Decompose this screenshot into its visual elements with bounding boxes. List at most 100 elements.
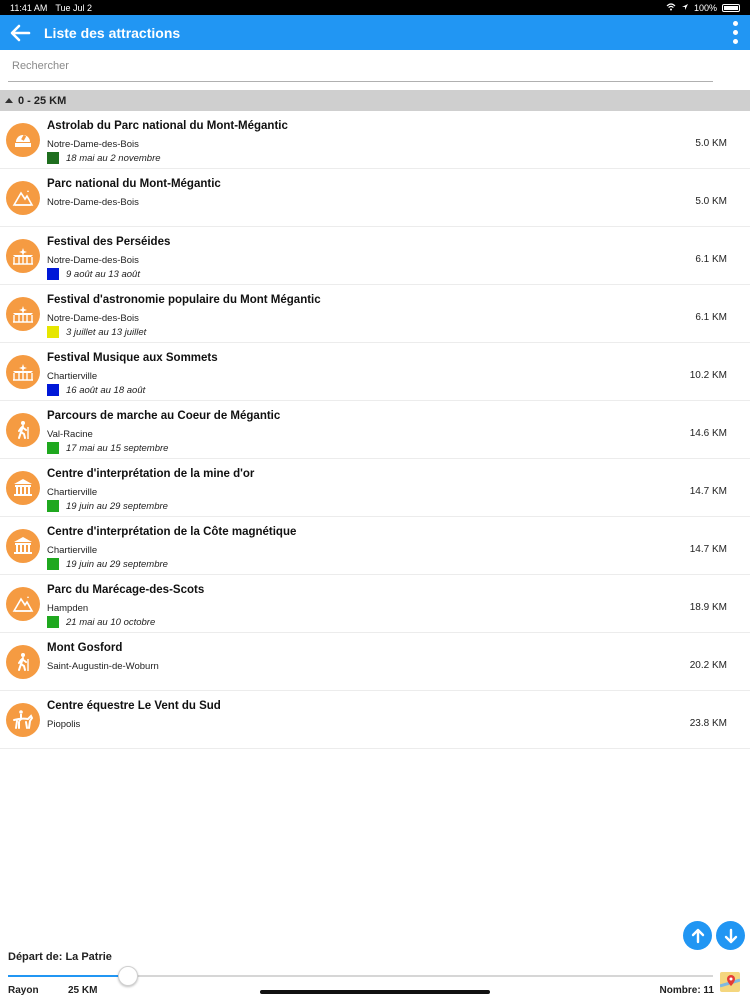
attraction-row[interactable]: Parc national du Mont-Mégantic Notre-Dame… <box>0 169 750 227</box>
radius-slider-fill <box>8 975 128 977</box>
attraction-row[interactable]: Festival Musique aux Sommets Chartiervill… <box>0 343 750 401</box>
attraction-city: Val-Racine <box>47 429 93 440</box>
location-arrow-icon <box>681 3 689 13</box>
attraction-city: Chartierville <box>47 371 98 382</box>
attraction-city: Notre-Dame-des-Bois <box>47 197 139 208</box>
attraction-row[interactable]: Parcours de marche au Coeur de Mégantic V… <box>0 401 750 459</box>
attraction-dates: 21 mai au 10 octobre <box>47 616 155 628</box>
season-color-swatch <box>47 558 59 570</box>
attraction-distance: 6.1 KM <box>695 254 727 265</box>
radius-value: 25 KM <box>68 985 98 996</box>
search-input[interactable]: Rechercher <box>8 56 713 82</box>
date-range: 21 mai au 10 octobre <box>66 616 156 628</box>
season-color-swatch <box>47 152 59 164</box>
attraction-dates: 3 juillet au 13 juillet <box>47 326 146 338</box>
attraction-distance: 6.1 KM <box>695 312 727 323</box>
scroll-down-button[interactable] <box>716 921 745 950</box>
season-color-swatch <box>47 616 59 628</box>
season-color-swatch <box>47 384 59 396</box>
overflow-menu-button[interactable] <box>720 15 750 50</box>
radius-slider-thumb[interactable] <box>117 966 138 986</box>
attraction-distance: 14.7 KM <box>689 486 727 497</box>
home-indicator <box>260 990 490 994</box>
arrow-left-icon <box>10 24 31 41</box>
collapse-triangle-icon <box>5 98 13 103</box>
attraction-name: Mont Gosford <box>47 642 123 654</box>
attractions-screen: 11:41 AM Tue Jul 2 100% Liste des attrac… <box>0 0 750 1000</box>
distance-section-header[interactable]: 0 - 25 KM <box>0 90 750 111</box>
attraction-row[interactable]: Astrolab du Parc national du Mont-Mégant… <box>0 111 750 169</box>
attraction-name: Festival des Perséides <box>47 236 171 248</box>
section-label: 0 - 25 KM <box>18 94 67 107</box>
attraction-city: Piopolis <box>47 719 81 730</box>
wifi-icon <box>666 2 676 13</box>
attraction-name: Parc du Marécage-des-Scots <box>47 584 205 596</box>
battery-percent: 100% <box>693 2 717 13</box>
attraction-name: Festival d'astronomie populaire du Mont … <box>47 294 321 306</box>
attraction-city: Notre-Dame-des-Bois <box>47 139 139 150</box>
attraction-name: Centre d'interprétation de la mine d'or <box>47 468 255 480</box>
app-bar: Liste des attractions <box>0 15 750 50</box>
attraction-name: Festival Musique aux Sommets <box>47 352 218 364</box>
attraction-dates: 9 août au 13 août <box>47 268 140 280</box>
date-range: 9 août au 13 août <box>66 268 140 280</box>
map-icon[interactable] <box>719 972 741 992</box>
date-range: 19 juin au 29 septembre <box>66 500 168 512</box>
attraction-city: Chartierville <box>47 487 98 498</box>
attraction-distance: 10.2 KM <box>689 370 727 381</box>
hiker-icon <box>6 645 40 679</box>
status-time: 11:41 AM <box>10 2 48 13</box>
date-range: 16 août au 18 août <box>66 384 146 396</box>
season-color-swatch <box>47 500 59 512</box>
back-button[interactable] <box>0 15 40 50</box>
museum-icon <box>6 471 40 505</box>
mountain-park-icon <box>6 181 40 215</box>
festival-icon <box>6 239 40 273</box>
attraction-distance: 20.2 KM <box>689 660 727 671</box>
attraction-city: Chartierville <box>47 545 98 556</box>
attraction-row[interactable]: Festival des Perséides Notre-Dame-des-Boi… <box>0 227 750 285</box>
attraction-name: Parc national du Mont-Mégantic <box>47 178 221 190</box>
attraction-name: Parcours de marche au Coeur de Mégantic <box>47 410 281 422</box>
attraction-row[interactable]: Festival d'astronomie populaire du Mont … <box>0 285 750 343</box>
festival-icon <box>6 355 40 389</box>
attractions-list: Astrolab du Parc national du Mont-Mégant… <box>0 111 750 749</box>
battery-icon <box>722 3 740 12</box>
attraction-city: Notre-Dame-des-Bois <box>47 313 139 324</box>
date-range: 3 juillet au 13 juillet <box>66 326 147 338</box>
attraction-row[interactable]: Centre d'interprétation de la mine d'or C… <box>0 459 750 517</box>
date-range: 18 mai au 2 novembre <box>66 152 161 164</box>
attraction-row[interactable]: Centre d'interprétation de la Côte magné… <box>0 517 750 575</box>
attraction-row[interactable]: Parc du Marécage-des-Scots Hampden 21 mai … <box>0 575 750 633</box>
date-range: 17 mai au 15 septembre <box>66 442 169 454</box>
season-color-swatch <box>47 442 59 454</box>
hiker-icon <box>6 413 40 447</box>
mountain-park-icon <box>6 587 40 621</box>
attraction-dates: 17 mai au 15 septembre <box>47 442 168 454</box>
attraction-city: Notre-Dame-des-Bois <box>47 255 139 266</box>
attraction-row[interactable]: Mont Gosford Saint-Augustin-de-Woburn 20.2… <box>0 633 750 691</box>
attraction-name: Centre d'interprétation de la Côte magné… <box>47 526 297 538</box>
scroll-up-button[interactable] <box>683 921 712 950</box>
attraction-distance: 5.0 KM <box>695 196 727 207</box>
radius-label: Rayon <box>8 985 39 996</box>
horse-rider-icon <box>6 703 40 737</box>
attraction-dates: 19 juin au 29 septembre <box>47 500 168 512</box>
radius-slider-track[interactable] <box>8 975 713 977</box>
attraction-distance: 18.9 KM <box>689 602 727 613</box>
departure-label: Départ de: La Patrie <box>8 951 112 963</box>
attraction-dates: 19 juin au 29 septembre <box>47 558 168 570</box>
attraction-row[interactable]: Centre équestre Le Vent du Sud Piopolis 23… <box>0 691 750 749</box>
attraction-distance: 14.7 KM <box>689 544 727 555</box>
observatory-icon <box>6 123 40 157</box>
attraction-name: Centre équestre Le Vent du Sud <box>47 700 221 712</box>
page-title: Liste des attractions <box>44 24 181 41</box>
season-color-swatch <box>47 326 59 338</box>
attraction-dates: 16 août au 18 août <box>47 384 145 396</box>
result-count: Nombre: 11 <box>659 985 714 996</box>
status-date: Tue Jul 2 <box>55 2 93 13</box>
attraction-distance: 5.0 KM <box>695 138 727 149</box>
status-bar: 11:41 AM Tue Jul 2 100% <box>0 0 750 15</box>
date-range: 19 juin au 29 septembre <box>66 558 168 570</box>
attraction-name: Astrolab du Parc national du Mont-Mégant… <box>47 120 288 132</box>
